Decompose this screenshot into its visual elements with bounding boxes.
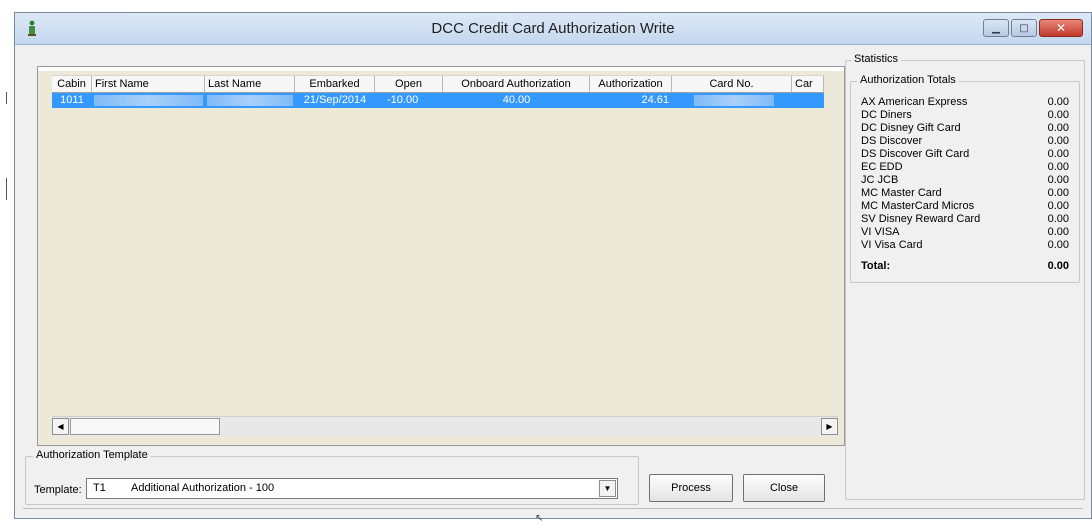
background-edge <box>0 0 14 519</box>
window-title: DCC Credit Card Authorization Write <box>431 20 675 37</box>
stat-value: 0.00 <box>1047 148 1069 160</box>
cell-onboard-authorization: 40.00 <box>502 94 531 106</box>
stat-value: 0.00 <box>1047 161 1069 173</box>
dialog-window: DCC Credit Card Authorization Write ▁ □ … <box>14 12 1092 524</box>
stat-name: JC JCB <box>861 174 899 186</box>
scroll-right-button[interactable]: ▶ <box>821 418 838 435</box>
edge-mark <box>6 178 7 200</box>
authorization-grid[interactable]: Cabin First Name Last Name Embarked Open… <box>37 66 845 446</box>
scroll-left-button[interactable]: ◀ <box>52 418 69 435</box>
column-header-last-name[interactable]: Last Name <box>205 75 295 92</box>
stat-name: EC EDD <box>861 161 903 173</box>
stat-name: MC Master Card <box>861 187 942 199</box>
stat-value: 0.00 <box>1047 213 1069 225</box>
stat-value: 0.00 <box>1047 226 1069 238</box>
status-bar <box>23 508 1083 519</box>
authorization-totals-group: Authorization Totals AX American Express… <box>850 74 1080 283</box>
stat-row: AX American Express 0.00 <box>861 96 1069 109</box>
stat-row: MC Master Card 0.00 <box>861 187 1069 200</box>
cell-open: -10.00 <box>387 94 419 106</box>
close-window-button[interactable]: ✕ <box>1039 19 1083 37</box>
stat-name: MC MasterCard Micros <box>861 200 975 212</box>
stat-value: 0.00 <box>1047 200 1069 212</box>
stat-name: VI Visa Card <box>861 239 923 251</box>
total-value: 0.00 <box>1047 260 1069 272</box>
column-header-card[interactable]: Car <box>792 75 824 92</box>
stat-name: VI VISA <box>861 226 900 238</box>
stat-row: JC JCB 0.00 <box>861 174 1069 187</box>
minimize-icon: ▁ <box>992 22 1000 34</box>
minimize-button[interactable]: ▁ <box>983 19 1009 37</box>
stat-row: DC Disney Gift Card 0.00 <box>861 122 1069 135</box>
table-row[interactable]: 1011 21/Sep/2014 -10.00 40.00 24.61 <box>52 93 824 108</box>
statistics-group: Statistics Authorization Totals AX Ameri… <box>845 53 1085 500</box>
arrow-right-icon: ▶ <box>826 422 833 431</box>
stat-value: 0.00 <box>1047 174 1069 186</box>
cell-authorization: 24.61 <box>641 94 669 106</box>
edge-mark <box>6 92 7 104</box>
grid-header: Cabin First Name Last Name Embarked Open… <box>52 75 824 93</box>
cell-last-name <box>207 95 293 106</box>
stat-value: 0.00 <box>1047 109 1069 121</box>
arrow-left-icon: ◀ <box>57 422 64 431</box>
template-select[interactable]: T1 Additional Authorization - 100 ▼ <box>86 478 618 499</box>
column-header-first-name[interactable]: First Name <box>92 75 205 92</box>
stat-row: SV Disney Reward Card 0.00 <box>861 213 1069 226</box>
stat-row: DS Discover Gift Card 0.00 <box>861 148 1069 161</box>
stat-row: VI Visa Card 0.00 <box>861 239 1069 252</box>
stat-name: DS Discover <box>861 135 923 147</box>
maximize-button[interactable]: □ <box>1011 19 1037 37</box>
grid-top-border <box>38 67 844 71</box>
cell-cabin: 1011 <box>60 94 84 106</box>
template-code: T1 <box>93 482 106 494</box>
title-bar[interactable]: DCC Credit Card Authorization Write ▁ □ … <box>15 13 1091 45</box>
template-description: Additional Authorization - 100 <box>131 482 275 494</box>
statistics-legend: Statistics <box>851 53 902 65</box>
column-header-card-no[interactable]: Card No. <box>672 75 792 92</box>
stat-total-row: Total: 0.00 <box>861 260 1069 273</box>
maximize-icon: □ <box>1019 22 1029 34</box>
stat-name: AX American Express <box>861 96 968 108</box>
column-header-onboard-authorization[interactable]: Onboard Authorization <box>443 75 590 92</box>
stat-value: 0.00 <box>1047 96 1069 108</box>
stat-value: 0.00 <box>1047 239 1069 251</box>
horizontal-scrollbar[interactable]: ◀ ▶ <box>52 416 838 437</box>
column-header-open[interactable]: Open <box>375 75 443 92</box>
column-header-cabin[interactable]: Cabin <box>52 75 92 92</box>
stat-row: DS Discover 0.00 <box>861 135 1069 148</box>
authorization-template-group: Authorization Template Template: T1 Addi… <box>25 449 639 505</box>
template-dropdown-button[interactable]: ▼ <box>599 480 616 497</box>
scrollbar-thumb[interactable] <box>70 418 220 435</box>
process-button[interactable]: Process <box>649 474 733 502</box>
cell-card <box>792 93 824 108</box>
template-label: Template: <box>34 484 82 496</box>
cell-embarked: 21/Sep/2014 <box>303 94 367 106</box>
stat-name: DC Disney Gift Card <box>861 122 961 134</box>
stat-row: VI VISA 0.00 <box>861 226 1069 239</box>
stat-name: SV Disney Reward Card <box>861 213 981 225</box>
stat-row: MC MasterCard Micros 0.00 <box>861 200 1069 213</box>
close-button[interactable]: Close <box>743 474 825 502</box>
stat-value: 0.00 <box>1047 135 1069 147</box>
authorization-totals-legend: Authorization Totals <box>857 74 959 86</box>
stat-name: DS Discover Gift Card <box>861 148 970 160</box>
column-header-embarked[interactable]: Embarked <box>295 75 375 92</box>
close-icon: ✕ <box>1055 21 1067 35</box>
chevron-down-icon: ▼ <box>603 484 612 493</box>
stat-name: DC Diners <box>861 109 912 121</box>
stat-row: DC Diners 0.00 <box>861 109 1069 122</box>
total-label: Total: <box>861 260 891 272</box>
stat-value: 0.00 <box>1047 187 1069 199</box>
column-header-authorization[interactable]: Authorization <box>590 75 672 92</box>
stat-row: EC EDD 0.00 <box>861 161 1069 174</box>
cell-card-no <box>694 95 774 106</box>
authorization-template-legend: Authorization Template <box>33 449 151 461</box>
cell-first-name <box>94 95 203 106</box>
stat-value: 0.00 <box>1047 122 1069 134</box>
